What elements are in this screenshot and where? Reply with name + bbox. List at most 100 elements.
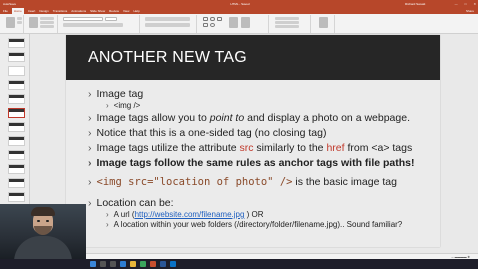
rounded-shape-icon[interactable] (210, 17, 215, 21)
arrange-button[interactable] (229, 17, 238, 28)
paragraph-group (142, 15, 197, 33)
webcam-presenter-hair (31, 207, 55, 216)
font-group (60, 15, 140, 33)
bullet-text: from <a> tags (344, 142, 413, 154)
autosave-toggle[interactable]: AutoSave (3, 0, 16, 8)
minimize-icon[interactable]: — (455, 0, 458, 8)
slide-thumbnail[interactable] (8, 80, 25, 90)
maximize-icon[interactable]: □ (465, 0, 467, 8)
slide-thumbnail[interactable] (8, 94, 25, 104)
code-text: ="location of photo" /> (147, 176, 293, 188)
slide-thumbnail-active[interactable] (8, 108, 25, 118)
search-icon[interactable] (100, 261, 106, 267)
font-family-select[interactable] (63, 17, 103, 21)
bullet-text: ) OR (244, 210, 264, 219)
section-button[interactable] (40, 25, 54, 28)
bullet-file-paths: › Image tags follow the same rules as anc… (88, 157, 415, 169)
url-link[interactable]: http://website.com/filename.jpg (135, 210, 245, 219)
sub-bullet-arrow-icon: › (106, 101, 109, 110)
ribbon (0, 14, 478, 34)
slide-canvas[interactable]: ANOTHER NEW TAG › Image tag › <img /> › Ima… (66, 35, 440, 247)
bullet-arrow-icon: › (88, 197, 92, 209)
bullet-point-to: › Image tags allow you to point to and di… (88, 112, 410, 124)
find-button[interactable] (275, 17, 299, 20)
slide-thumbnail[interactable] (8, 178, 25, 188)
bullet-text: Image tags utilize the attribute (96, 142, 240, 154)
bullet-text: Location can be: (96, 197, 174, 209)
powerpoint-icon[interactable] (150, 261, 156, 267)
paste-button[interactable] (6, 17, 15, 28)
bullet-text: Image tags follow the same rules as anch… (96, 157, 415, 169)
code-keyword-src: src (128, 176, 148, 188)
webcam-presenter-eye (37, 220, 40, 222)
slide-thumbnail[interactable] (8, 150, 25, 160)
mail-icon[interactable] (170, 261, 176, 267)
bullet-arrow-icon: › (88, 157, 92, 169)
slide-thumbnail[interactable] (8, 192, 25, 202)
layout-button[interactable] (40, 17, 54, 20)
slide-thumbnail[interactable] (8, 122, 25, 132)
bullet-text: Image tags allow you to (96, 112, 210, 124)
arrow-shape-icon[interactable] (217, 17, 222, 21)
taskbar (0, 259, 478, 269)
bullet-text: <img /> (113, 101, 141, 110)
slide-thumbnail-pane (0, 34, 30, 204)
quick-styles-button[interactable] (241, 17, 250, 28)
new-slide-button[interactable] (29, 17, 38, 28)
rectangle-shape-icon[interactable] (203, 17, 208, 21)
keyword-href: href (326, 142, 345, 154)
sub-bullet-folder: › A location within your web folders (/di… (106, 220, 402, 229)
bullet-arrow-icon: › (88, 88, 92, 100)
drawing-group (199, 15, 269, 33)
chrome-icon[interactable] (140, 261, 146, 267)
windows-start-icon[interactable] (90, 261, 96, 267)
close-icon[interactable]: ✕ (473, 0, 476, 8)
slide-thumbnail[interactable] (8, 52, 25, 62)
bullet-text: and display a photo on a webpage. (244, 112, 410, 124)
slide-thumbnail[interactable] (8, 38, 25, 48)
user-name[interactable]: Richard Sweatt (405, 0, 425, 8)
bullet-text: Image tag (96, 88, 144, 100)
voice-group (313, 15, 335, 33)
bullet-one-sided: › Notice that this is a one-sided tag (no… (88, 127, 326, 139)
keyword-src: src (239, 142, 254, 154)
slide-thumbnail[interactable] (8, 136, 25, 146)
webcam-presenter-eye (46, 220, 49, 222)
bullet-arrow-icon: › (88, 176, 92, 188)
slide-title[interactable]: ANOTHER NEW TAG (88, 49, 247, 67)
font-size-select[interactable] (105, 17, 117, 21)
cut-button[interactable] (17, 17, 22, 20)
align-buttons[interactable] (145, 23, 190, 27)
sub-bullet-url: › A url (http://website.com/filename.jpg … (106, 210, 264, 219)
slides-group (26, 15, 58, 33)
bullet-arrow-icon: › (88, 127, 92, 139)
dictate-button[interactable] (319, 17, 328, 28)
code-text: <img (96, 176, 129, 188)
document-title: HTML - Saved (230, 2, 250, 6)
bullet-src-attribute: › Image tags utilize the attribute src si… (88, 142, 412, 154)
sub-bullet-arrow-icon: › (106, 220, 109, 229)
replace-button[interactable] (275, 21, 299, 24)
line-shape-icon[interactable] (203, 23, 208, 27)
bullet-text-italic: point to (209, 112, 245, 124)
file-explorer-icon[interactable] (130, 261, 136, 267)
reset-button[interactable] (40, 21, 54, 24)
bullet-location: › Location can be: (88, 197, 174, 209)
edge-icon[interactable] (120, 261, 126, 267)
list-buttons[interactable] (145, 17, 190, 21)
bullet-text: A url ( (113, 210, 135, 219)
copy-button[interactable] (17, 21, 22, 24)
editing-group (271, 15, 311, 33)
word-icon[interactable] (160, 261, 166, 267)
slide-thumbnail[interactable] (8, 164, 25, 174)
font-format-buttons[interactable] (63, 23, 123, 27)
sub-bullet-img-syntax: › <img /> (106, 101, 140, 110)
oval-shape-icon[interactable] (210, 23, 215, 27)
window-controls: — □ ✕ (455, 0, 476, 8)
task-view-icon[interactable] (110, 261, 116, 267)
clipboard-group (2, 15, 24, 33)
slide-thumbnail[interactable] (8, 66, 25, 76)
bullet-basic-image-tag: › <img src="location of photo" /> is the … (88, 176, 397, 188)
bullet-text: similarly to the (253, 142, 327, 154)
select-button[interactable] (275, 25, 299, 28)
